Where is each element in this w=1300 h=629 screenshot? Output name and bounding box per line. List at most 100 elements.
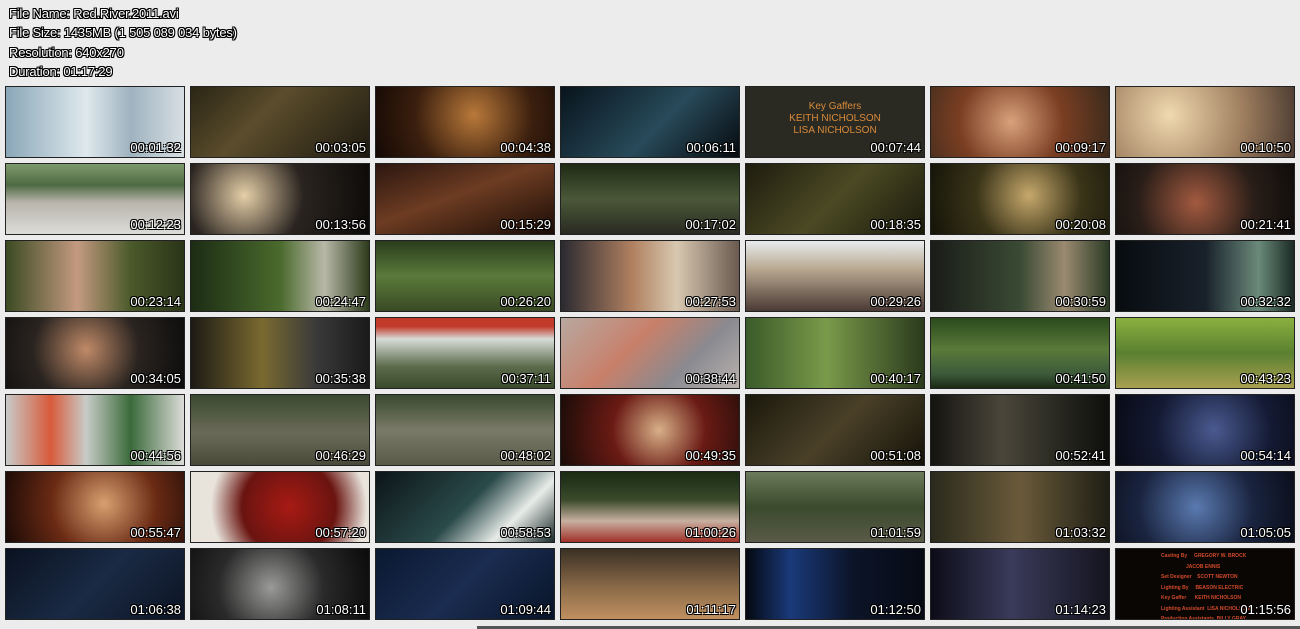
thumbnail-frame: 00:55:47	[5, 471, 185, 543]
thumbnail-frame: 00:21:41	[1115, 163, 1295, 235]
timestamp-label: 00:24:47	[315, 294, 366, 309]
timestamp-label: 00:35:38	[315, 371, 366, 386]
timestamp-label: 01:01:59	[870, 525, 921, 540]
thumbnail-frame: 00:30:59	[930, 240, 1110, 312]
thumbnail-frame: 00:13:56	[190, 163, 370, 235]
timestamp-label: 01:14:23	[1055, 602, 1106, 617]
timestamp-label: 01:08:11	[316, 602, 366, 617]
thumbnail-grid: 00:01:32 00:03:05 00:04:38 00:06:11 Key Gaff…	[5, 86, 1295, 620]
thumbnail-frame: 00:24:47	[190, 240, 370, 312]
timestamp-label: 00:18:35	[870, 217, 921, 232]
timestamp-label: 00:09:17	[1055, 140, 1106, 155]
thumbnail-frame: 00:54:14	[1115, 394, 1295, 466]
timestamp-label: 00:12:23	[130, 217, 181, 232]
thumbnail-frame: 00:27:53	[560, 240, 740, 312]
thumbnail-frame: 00:01:32	[5, 86, 185, 158]
frame-caption: Key Gaffers KEITH NICHOLSON LISA NICHOLS…	[789, 101, 881, 136]
thumbnail-frame: 00:29:26	[745, 240, 925, 312]
thumbnail-frame: 00:40:17	[745, 317, 925, 389]
timestamp-label: 01:09:44	[500, 602, 551, 617]
timestamp-label: 00:26:20	[500, 294, 551, 309]
thumbnail-frame: 00:26:20	[375, 240, 555, 312]
timestamp-label: 00:49:35	[685, 448, 736, 463]
timestamp-label: 00:55:47	[130, 525, 181, 540]
thumbnail-frame: 00:52:41	[930, 394, 1110, 466]
timestamp-label: 01:03:32	[1055, 525, 1106, 540]
thumbnail-frame: 01:00:26	[560, 471, 740, 543]
timestamp-label: 00:51:08	[870, 448, 921, 463]
timestamp-label: 01:15:56	[1240, 602, 1291, 617]
timestamp-label: 00:43:23	[1240, 371, 1291, 386]
timestamp-label: 00:40:17	[870, 371, 921, 386]
resolution-line: Resolution: 640x270	[9, 44, 124, 60]
thumbnail-frame: 00:09:17	[930, 86, 1110, 158]
thumbnail-frame: 00:49:35	[560, 394, 740, 466]
timestamp-label: 00:01:32	[130, 140, 181, 155]
timestamp-label: 00:21:41	[1240, 217, 1291, 232]
thumbnail-frame: 00:03:05	[190, 86, 370, 158]
timestamp-label: 01:12:50	[870, 602, 921, 617]
timestamp-label: 00:52:41	[1055, 448, 1106, 463]
timestamp-label: 00:10:50	[1240, 140, 1291, 155]
thumbnail-frame: 00:15:29	[375, 163, 555, 235]
thumbnail-frame: 00:58:53	[375, 471, 555, 543]
thumbnail-frame: Key Gaffers KEITH NICHOLSON LISA NICHOLS…	[745, 86, 925, 158]
timestamp-label: 00:04:38	[500, 140, 551, 155]
thumbnail-frame: 01:01:59	[745, 471, 925, 543]
thumbnail-frame: 00:43:23	[1115, 317, 1295, 389]
duration-line: Duration: 01:17:29	[9, 63, 113, 79]
timestamp-label: 00:57:20	[315, 525, 366, 540]
thumbnail-frame: 00:17:02	[560, 163, 740, 235]
thumbnail-frame: 01:11:17	[560, 548, 740, 620]
timestamp-label: 00:30:59	[1055, 294, 1106, 309]
thumbnail-frame: 01:12:50	[745, 548, 925, 620]
timestamp-label: 00:58:53	[500, 525, 551, 540]
thumbnail-frame: 01:06:38	[5, 548, 185, 620]
timestamp-label: 00:34:05	[130, 371, 181, 386]
timestamp-label: 00:29:26	[870, 294, 921, 309]
thumbnail-frame: 00:37:11	[375, 317, 555, 389]
frame-credits: Casting By GREGORY W. BROCK JACOB ENNIS …	[1161, 553, 1250, 620]
thumbnail-frame: 00:44:56	[5, 394, 185, 466]
timestamp-label: 00:32:32	[1240, 294, 1291, 309]
thumbnail-frame: 01:09:44	[375, 548, 555, 620]
timestamp-label: 00:23:14	[130, 294, 181, 309]
thumbnail-frame: 01:05:05	[1115, 471, 1295, 543]
thumbnail-frame: 00:34:05	[5, 317, 185, 389]
timestamp-label: 01:05:05	[1240, 525, 1291, 540]
timestamp-label: 00:13:56	[315, 217, 366, 232]
thumbnail-frame: 00:20:08	[930, 163, 1110, 235]
timestamp-label: 00:03:05	[315, 140, 366, 155]
timestamp-label: 00:07:44	[870, 140, 921, 155]
timestamp-label: 00:48:02	[500, 448, 551, 463]
thumbnail-frame: 01:03:32	[930, 471, 1110, 543]
timestamp-label: 00:44:56	[130, 448, 181, 463]
timestamp-label: 00:20:08	[1055, 217, 1106, 232]
thumbnail-frame: 00:48:02	[375, 394, 555, 466]
thumbnail-frame: 01:14:23	[930, 548, 1110, 620]
thumbnail-frame: 01:08:11	[190, 548, 370, 620]
timestamp-label: 01:00:26	[685, 525, 736, 540]
thumbnail-frame: 00:41:50	[930, 317, 1110, 389]
timestamp-label: 00:41:50	[1055, 371, 1106, 386]
timestamp-label: 00:17:02	[685, 217, 736, 232]
thumbnail-frame: 00:32:32	[1115, 240, 1295, 312]
thumbnail-frame: 00:23:14	[5, 240, 185, 312]
thumbnail-frame: 00:38:44	[560, 317, 740, 389]
thumbnail-frame: 00:06:11	[560, 86, 740, 158]
timestamp-label: 00:38:44	[685, 371, 736, 386]
timestamp-label: 00:27:53	[685, 294, 736, 309]
thumbnail-frame: 00:10:50	[1115, 86, 1295, 158]
timestamp-label: 00:15:29	[500, 217, 551, 232]
timestamp-label: 01:06:38	[130, 602, 181, 617]
timestamp-label: 01:11:17	[686, 602, 736, 617]
thumbnail-frame: 00:57:20	[190, 471, 370, 543]
thumbnail-frame: 00:18:35	[745, 163, 925, 235]
thumbnail-frame: 00:04:38	[375, 86, 555, 158]
file-name-line: File Name: Red.River.2011.avi	[9, 6, 179, 21]
timestamp-label: 00:37:11	[501, 371, 551, 386]
thumbnail-frame: 00:35:38	[190, 317, 370, 389]
timestamp-label: 00:06:11	[686, 140, 736, 155]
file-info-header: File Name: Red.River.2011.avi File Size:…	[9, 4, 237, 81]
thumbnail-frame: 00:12:23	[5, 163, 185, 235]
